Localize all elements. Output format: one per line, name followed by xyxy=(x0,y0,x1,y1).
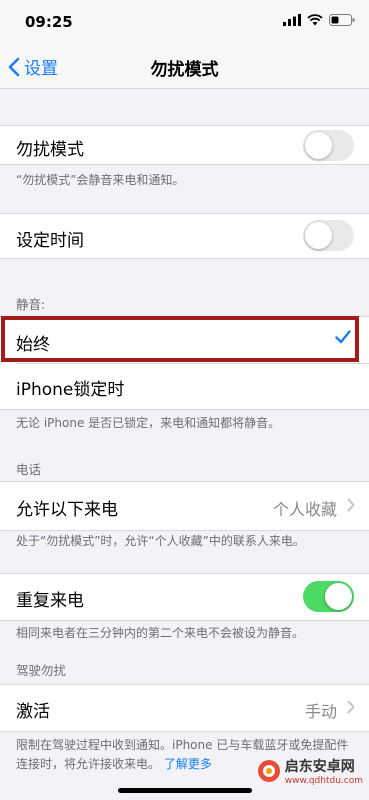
watermark-logo-icon xyxy=(257,760,280,782)
activate-row[interactable]: 激活 手动 xyxy=(0,684,369,732)
status-icons xyxy=(283,14,355,26)
allow-calls-label: 允许以下来电 xyxy=(16,500,118,520)
status-bar: 09:25 xyxy=(0,0,369,44)
scheduled-row: 设定时间 xyxy=(0,213,369,259)
page-title: 勿扰模式 xyxy=(150,60,219,80)
repeated-calls-label: 重复来电 xyxy=(16,591,84,611)
learn-more-link[interactable]: 了解更多 xyxy=(164,757,212,771)
watermark-brand: 启东安卓网 xyxy=(284,759,355,775)
activate-label: 激活 xyxy=(16,702,50,722)
scheduled-label: 设定时间 xyxy=(16,231,84,251)
silence-option-locked[interactable]: iPhone锁定时 xyxy=(16,375,124,400)
navigation-bar: 设置 勿扰模式 xyxy=(0,44,369,89)
repeated-calls-note: 相同来电者在三分钟内的第二个来电不会被设为静音。 xyxy=(16,626,305,640)
divider xyxy=(16,363,369,364)
scheduled-toggle[interactable] xyxy=(303,220,354,251)
allow-calls-value: 个人收藏 xyxy=(272,500,337,519)
silence-note: 无论 iPhone 是否已锁定，来电和通知都将静音。 xyxy=(16,416,281,430)
dnd-row: 勿扰模式 xyxy=(0,125,369,165)
dnd-label: 勿扰模式 xyxy=(16,140,84,160)
chevron-right-icon xyxy=(347,498,355,512)
allow-calls-row[interactable]: 允许以下来电 个人收藏 xyxy=(0,481,369,531)
phone-header: 电话 xyxy=(16,462,42,477)
wifi-icon xyxy=(307,14,323,26)
highlight-box xyxy=(1,316,359,362)
home-indicator xyxy=(118,788,252,793)
allow-calls-note: 处于“勿扰模式”时，允许“个人收藏”中的联系人来电。 xyxy=(16,534,305,548)
watermark: 启东安卓网 www.qdhtdu.com xyxy=(257,756,363,786)
signal-icon xyxy=(283,14,301,26)
watermark-url: www.qdhtdu.com xyxy=(284,776,363,786)
repeated-calls-row: 重复来电 xyxy=(0,573,369,621)
dnd-toggle[interactable] xyxy=(303,130,354,161)
driving-header: 驾驶勿扰 xyxy=(16,663,67,678)
checkmark-icon xyxy=(335,330,351,344)
activate-value: 手动 xyxy=(304,702,337,721)
status-time: 09:25 xyxy=(25,13,73,31)
chevron-right-icon xyxy=(347,700,355,714)
silence-header: 静音: xyxy=(16,297,46,312)
repeated-calls-toggle[interactable] xyxy=(303,581,354,612)
dnd-note: “勿扰模式”会静音来电和通知。 xyxy=(16,173,185,187)
battery-icon xyxy=(329,14,355,26)
